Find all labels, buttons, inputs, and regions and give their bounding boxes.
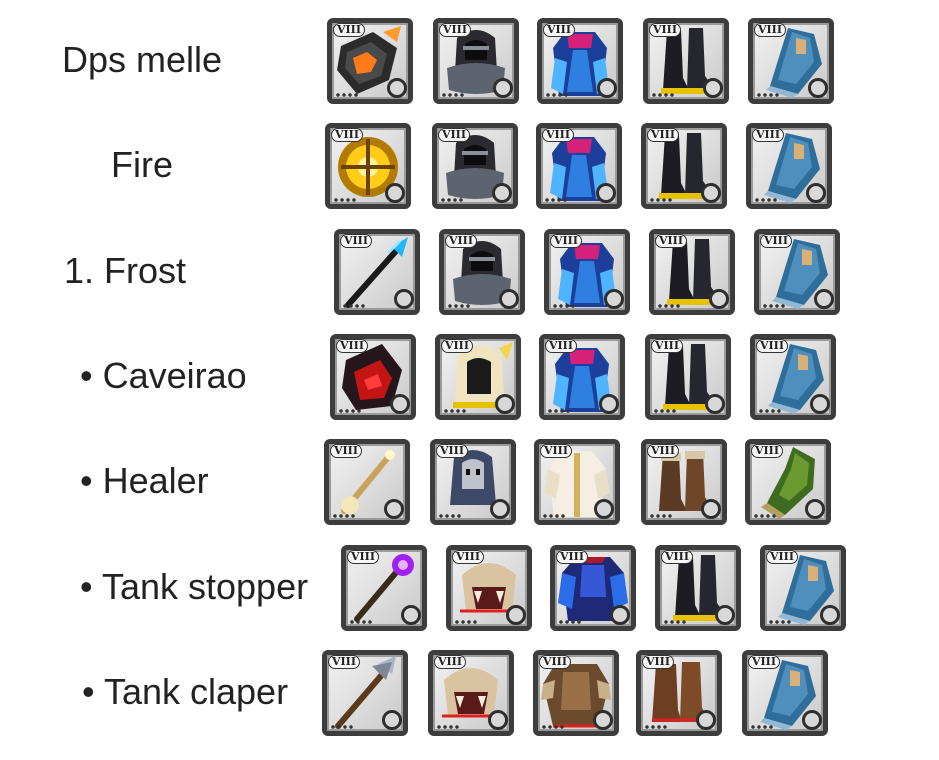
- item-slot[interactable]: VIII: [536, 123, 622, 209]
- item-slot[interactable]: VIII: [325, 123, 411, 209]
- build-label: 1. Frost: [64, 250, 187, 291]
- item-slot[interactable]: VIII: [533, 650, 619, 736]
- item-slot[interactable]: VIII: [742, 650, 828, 736]
- item-slot[interactable]: VIII: [748, 18, 834, 104]
- build-label: Fire: [111, 144, 173, 185]
- item-slot[interactable]: VIII: [655, 545, 741, 631]
- item-slot[interactable]: VIII: [746, 123, 832, 209]
- build-label: • Caveirao: [80, 355, 247, 396]
- build-row-healer: • Healer VIII VIII VIII VIII VIII: [0, 439, 939, 539]
- item-slot[interactable]: VIII: [636, 650, 722, 736]
- build-label: • Tank stopper: [80, 566, 309, 607]
- build-row-caveirao: • Caveirao VIII VIII VIII VIII VIII: [0, 334, 939, 434]
- build-row-frost: 1. Frost VIII VIII VIII VIII VIII: [0, 229, 939, 329]
- item-slot[interactable]: VIII: [649, 229, 735, 315]
- item-slot[interactable]: VIII: [433, 18, 519, 104]
- item-slot[interactable]: VIII: [754, 229, 840, 315]
- item-slot[interactable]: VIII: [643, 18, 729, 104]
- item-slot[interactable]: VIII: [428, 650, 514, 736]
- item-slot[interactable]: VIII: [550, 545, 636, 631]
- item-slot[interactable]: VIII: [446, 545, 532, 631]
- item-slot[interactable]: VIII: [327, 18, 413, 104]
- build-row-fire: Fire VIII VIII VIII VIII VIII: [0, 123, 939, 223]
- item-slot[interactable]: VIII: [745, 439, 831, 525]
- item-slot[interactable]: VIII: [334, 229, 420, 315]
- item-slot[interactable]: VIII: [341, 545, 427, 631]
- build-label: • Healer: [80, 460, 209, 501]
- item-slot[interactable]: VIII: [537, 18, 623, 104]
- item-slot[interactable]: VIII: [330, 334, 416, 420]
- build-label: • Tank claper: [82, 671, 289, 712]
- build-row-tank-claper: • Tank claper VIII VIII VIII VIII VIII: [0, 650, 939, 750]
- item-slot[interactable]: VIII: [641, 439, 727, 525]
- item-slot[interactable]: VIII: [439, 229, 525, 315]
- item-slot[interactable]: VIII: [760, 545, 846, 631]
- item-slot[interactable]: VIII: [432, 123, 518, 209]
- item-slot[interactable]: VIII: [641, 123, 727, 209]
- build-label: Dps melle: [62, 39, 223, 80]
- build-row-tank-stopper: • Tank stopper VIII VIII VIII VIII VIII: [0, 545, 939, 645]
- item-slot[interactable]: VIII: [539, 334, 625, 420]
- item-slot[interactable]: VIII: [430, 439, 516, 525]
- item-slot[interactable]: VIII: [750, 334, 836, 420]
- item-slot[interactable]: VIII: [645, 334, 731, 420]
- item-slot[interactable]: VIII: [534, 439, 620, 525]
- item-slot[interactable]: VIII: [322, 650, 408, 736]
- item-slot[interactable]: VIII: [435, 334, 521, 420]
- build-row-dps-melle: Dps melle VIII VIII VIII VIII VIII: [0, 18, 939, 118]
- item-slot[interactable]: VIII: [544, 229, 630, 315]
- item-slot[interactable]: VIII: [324, 439, 410, 525]
